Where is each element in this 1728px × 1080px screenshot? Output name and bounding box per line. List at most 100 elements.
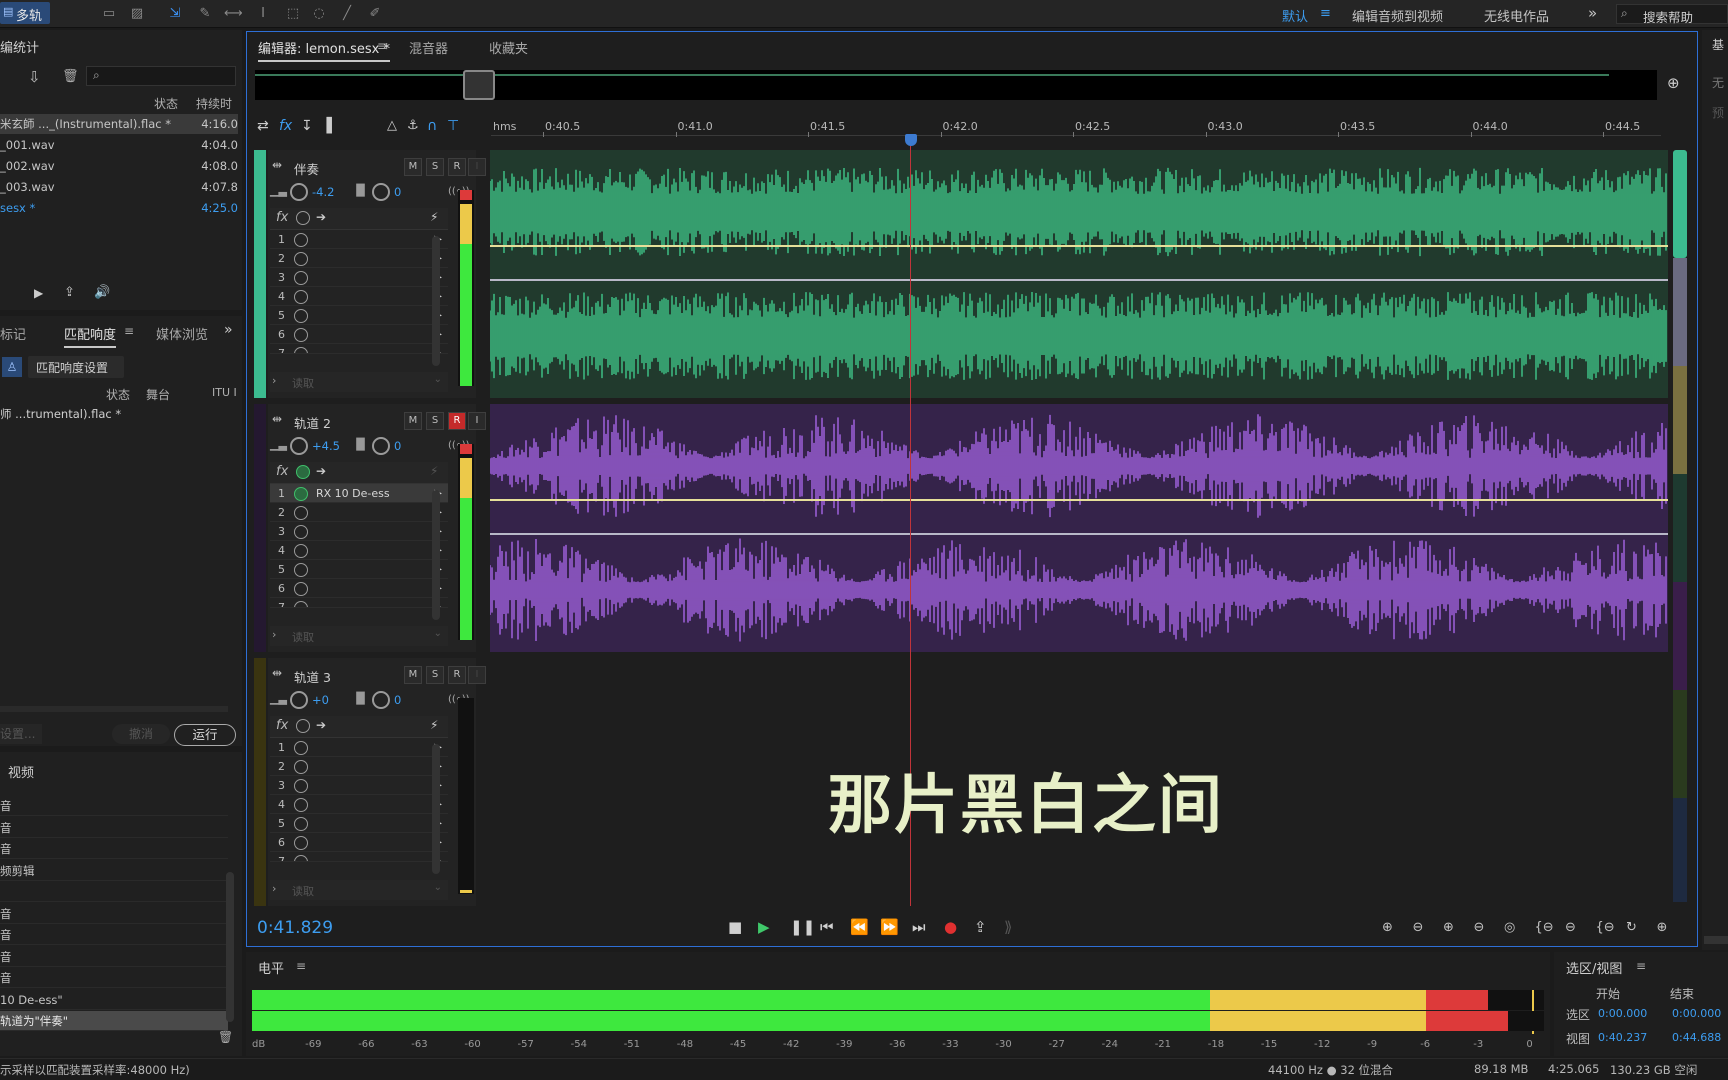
pre-post-fader-icon[interactable]: ➔ [316, 718, 326, 732]
multitrack-mode-button[interactable]: ▤ 多轨 [0, 2, 50, 24]
volume-value[interactable]: +4.5 [312, 439, 340, 453]
file-row[interactable]: 米玄師 ..._(Instrumental).flac * 4:16.0 [0, 114, 238, 134]
zoom-in-time-icon[interactable]: ⊕ [1443, 920, 1454, 935]
loudness-settings-button[interactable]: 匹配响度设置 [28, 356, 124, 378]
record-arm-button[interactable]: R [448, 158, 466, 176]
fx-slot-power-icon[interactable] [294, 544, 308, 558]
automation-mode-select[interactable]: › 读取 ⌄ [270, 372, 448, 392]
fx-slot-power-icon[interactable] [294, 328, 308, 342]
clip-area[interactable] [489, 150, 1668, 398]
zoom-in-amplitude-icon[interactable]: ⊕ [1382, 920, 1393, 935]
file-row[interactable]: sesx * 4:25.0 [0, 198, 238, 218]
go-to-start-button[interactable]: ⏮ [820, 918, 834, 936]
history-row[interactable]: 频剪辑 [0, 861, 228, 881]
track-name[interactable]: 伴奏 [294, 159, 319, 178]
fx-slot[interactable]: 3▶ [270, 268, 448, 287]
fx-rack-scrollbar[interactable] [432, 744, 440, 874]
fx-slot-power-icon[interactable] [294, 563, 308, 577]
workspace-menu-icon[interactable]: ≡ [1320, 6, 1331, 21]
selection-menu-icon[interactable]: ≡ [1636, 959, 1646, 973]
fx-slot-power-icon[interactable] [294, 525, 308, 539]
file-row[interactable]: _003.wav 4:07.8 [0, 177, 238, 197]
fx-slot-power-icon[interactable] [294, 779, 308, 793]
fx-slot-power-icon[interactable] [294, 601, 308, 607]
fx-rack-scrollbar[interactable] [432, 490, 440, 620]
fx-slot[interactable]: 6▶ [270, 833, 448, 852]
timeline-ruler[interactable]: hms 0:40.5 0:41.0 0:41.5 0:42.0 0:42.5 0:43.0… [491, 116, 1661, 137]
input-monitor-button[interactable]: I [468, 158, 486, 176]
track-drag-icon[interactable]: ⇹ [272, 666, 282, 680]
volume-value[interactable]: +0 [312, 693, 329, 707]
record-button[interactable]: ● [944, 918, 957, 936]
fx-slot[interactable]: 4▶ [270, 795, 448, 814]
fx-slot-power-icon[interactable] [294, 252, 308, 266]
fx-icon[interactable]: fx [276, 210, 288, 225]
fx-slot[interactable]: 3▶ [270, 776, 448, 795]
pan-knob[interactable] [372, 437, 390, 455]
expand-icon[interactable]: › [272, 882, 276, 895]
fx-slot-power-icon[interactable] [294, 506, 308, 520]
mute-button[interactable]: M [404, 158, 422, 176]
rewind-button[interactable]: ⏪ [850, 918, 869, 936]
history-row[interactable]: 音 [0, 818, 228, 838]
solo-button[interactable]: S [426, 158, 444, 176]
pan-value[interactable]: 0 [394, 439, 401, 453]
eq-icon[interactable]: ▐ [321, 118, 332, 134]
autoplay-icon[interactable]: 🔊 [94, 285, 110, 300]
session-overview[interactable] [255, 70, 1657, 100]
mute-button[interactable]: M [404, 666, 422, 684]
overview-view-range[interactable] [463, 70, 495, 100]
fx-slot-power-icon[interactable] [294, 817, 308, 831]
fx-slot[interactable]: 1▶ [270, 230, 448, 249]
run-button[interactable]: 运行 [174, 724, 236, 746]
record-arm-button[interactable]: R [448, 666, 466, 684]
expand-icon[interactable]: › [272, 628, 276, 641]
tab-media-browser[interactable]: 媒体浏览 [156, 324, 208, 343]
track-name[interactable]: 轨道 2 [294, 413, 331, 432]
fx-slot-power-icon[interactable] [294, 347, 308, 353]
fx-slot[interactable]: 4▶ [270, 287, 448, 306]
right-panel-scroll[interactable] [1704, 936, 1728, 944]
fx-slot[interactable]: 6▶ [270, 579, 448, 598]
track-drag-icon[interactable]: ⇹ [272, 412, 282, 426]
fx-slot[interactable]: 5▶ [270, 306, 448, 325]
fx-power-icon[interactable] [296, 211, 310, 225]
history-row[interactable]: 音 [0, 947, 228, 967]
solo-button[interactable]: S [426, 412, 444, 430]
fx-slot-power-icon[interactable] [294, 233, 308, 247]
fx-icon[interactable]: fx [276, 718, 288, 733]
fx-slot[interactable]: 6▶ [270, 325, 448, 344]
selection-end[interactable]: 0:00.000 [1672, 1007, 1721, 1020]
current-time[interactable]: 0:41.829 [257, 918, 333, 938]
play-button[interactable]: ▶ [758, 918, 770, 936]
view-end[interactable]: 0:44.688 [1672, 1031, 1721, 1044]
metronome-icon[interactable]: △ [387, 118, 397, 133]
fx-bolt-icon[interactable]: ⚡ [430, 464, 438, 478]
editor-vertical-scrollbar[interactable] [1672, 150, 1688, 902]
panel-overflow-icon[interactable]: » [224, 322, 233, 338]
zoom-in-left-icon[interactable]: {⊖ [1535, 920, 1554, 935]
clip-area[interactable] [489, 404, 1668, 652]
loop-button[interactable]: ⇪ [974, 918, 987, 936]
pan-knob[interactable] [372, 183, 390, 201]
workspace-edit-video[interactable]: 编辑音频到视频 [1352, 6, 1443, 25]
track-color-strip[interactable] [254, 150, 266, 398]
send-icon[interactable]: ↧ [301, 118, 313, 134]
workspace-default[interactable]: 默认 [1282, 6, 1308, 25]
tab-mixer[interactable]: 混音器 [409, 38, 448, 57]
history-row[interactable]: 音 [0, 904, 228, 924]
history-row[interactable]: 10 De-ess" [0, 990, 228, 1010]
pre-post-fader-icon[interactable]: ➔ [316, 464, 326, 478]
tab-match-loudness[interactable]: 匹配响度 [64, 324, 117, 348]
fx-slot-power-icon[interactable] [294, 836, 308, 850]
undo-button[interactable]: 撤消 [112, 724, 170, 744]
volume-knob[interactable] [290, 437, 308, 455]
razor-tool-icon[interactable]: ✎ [196, 5, 214, 23]
fx-slot[interactable]: 1▶ [270, 738, 448, 757]
fx-slot[interactable]: 7▶ [270, 344, 448, 354]
import-icon[interactable]: ⇩ [28, 68, 41, 86]
input-monitor-button[interactable]: I [468, 412, 486, 430]
view-start[interactable]: 0:40.237 [1598, 1031, 1647, 1044]
fx-slot-power-icon[interactable] [294, 582, 308, 596]
fx-slot[interactable]: 7▶ [270, 598, 448, 608]
